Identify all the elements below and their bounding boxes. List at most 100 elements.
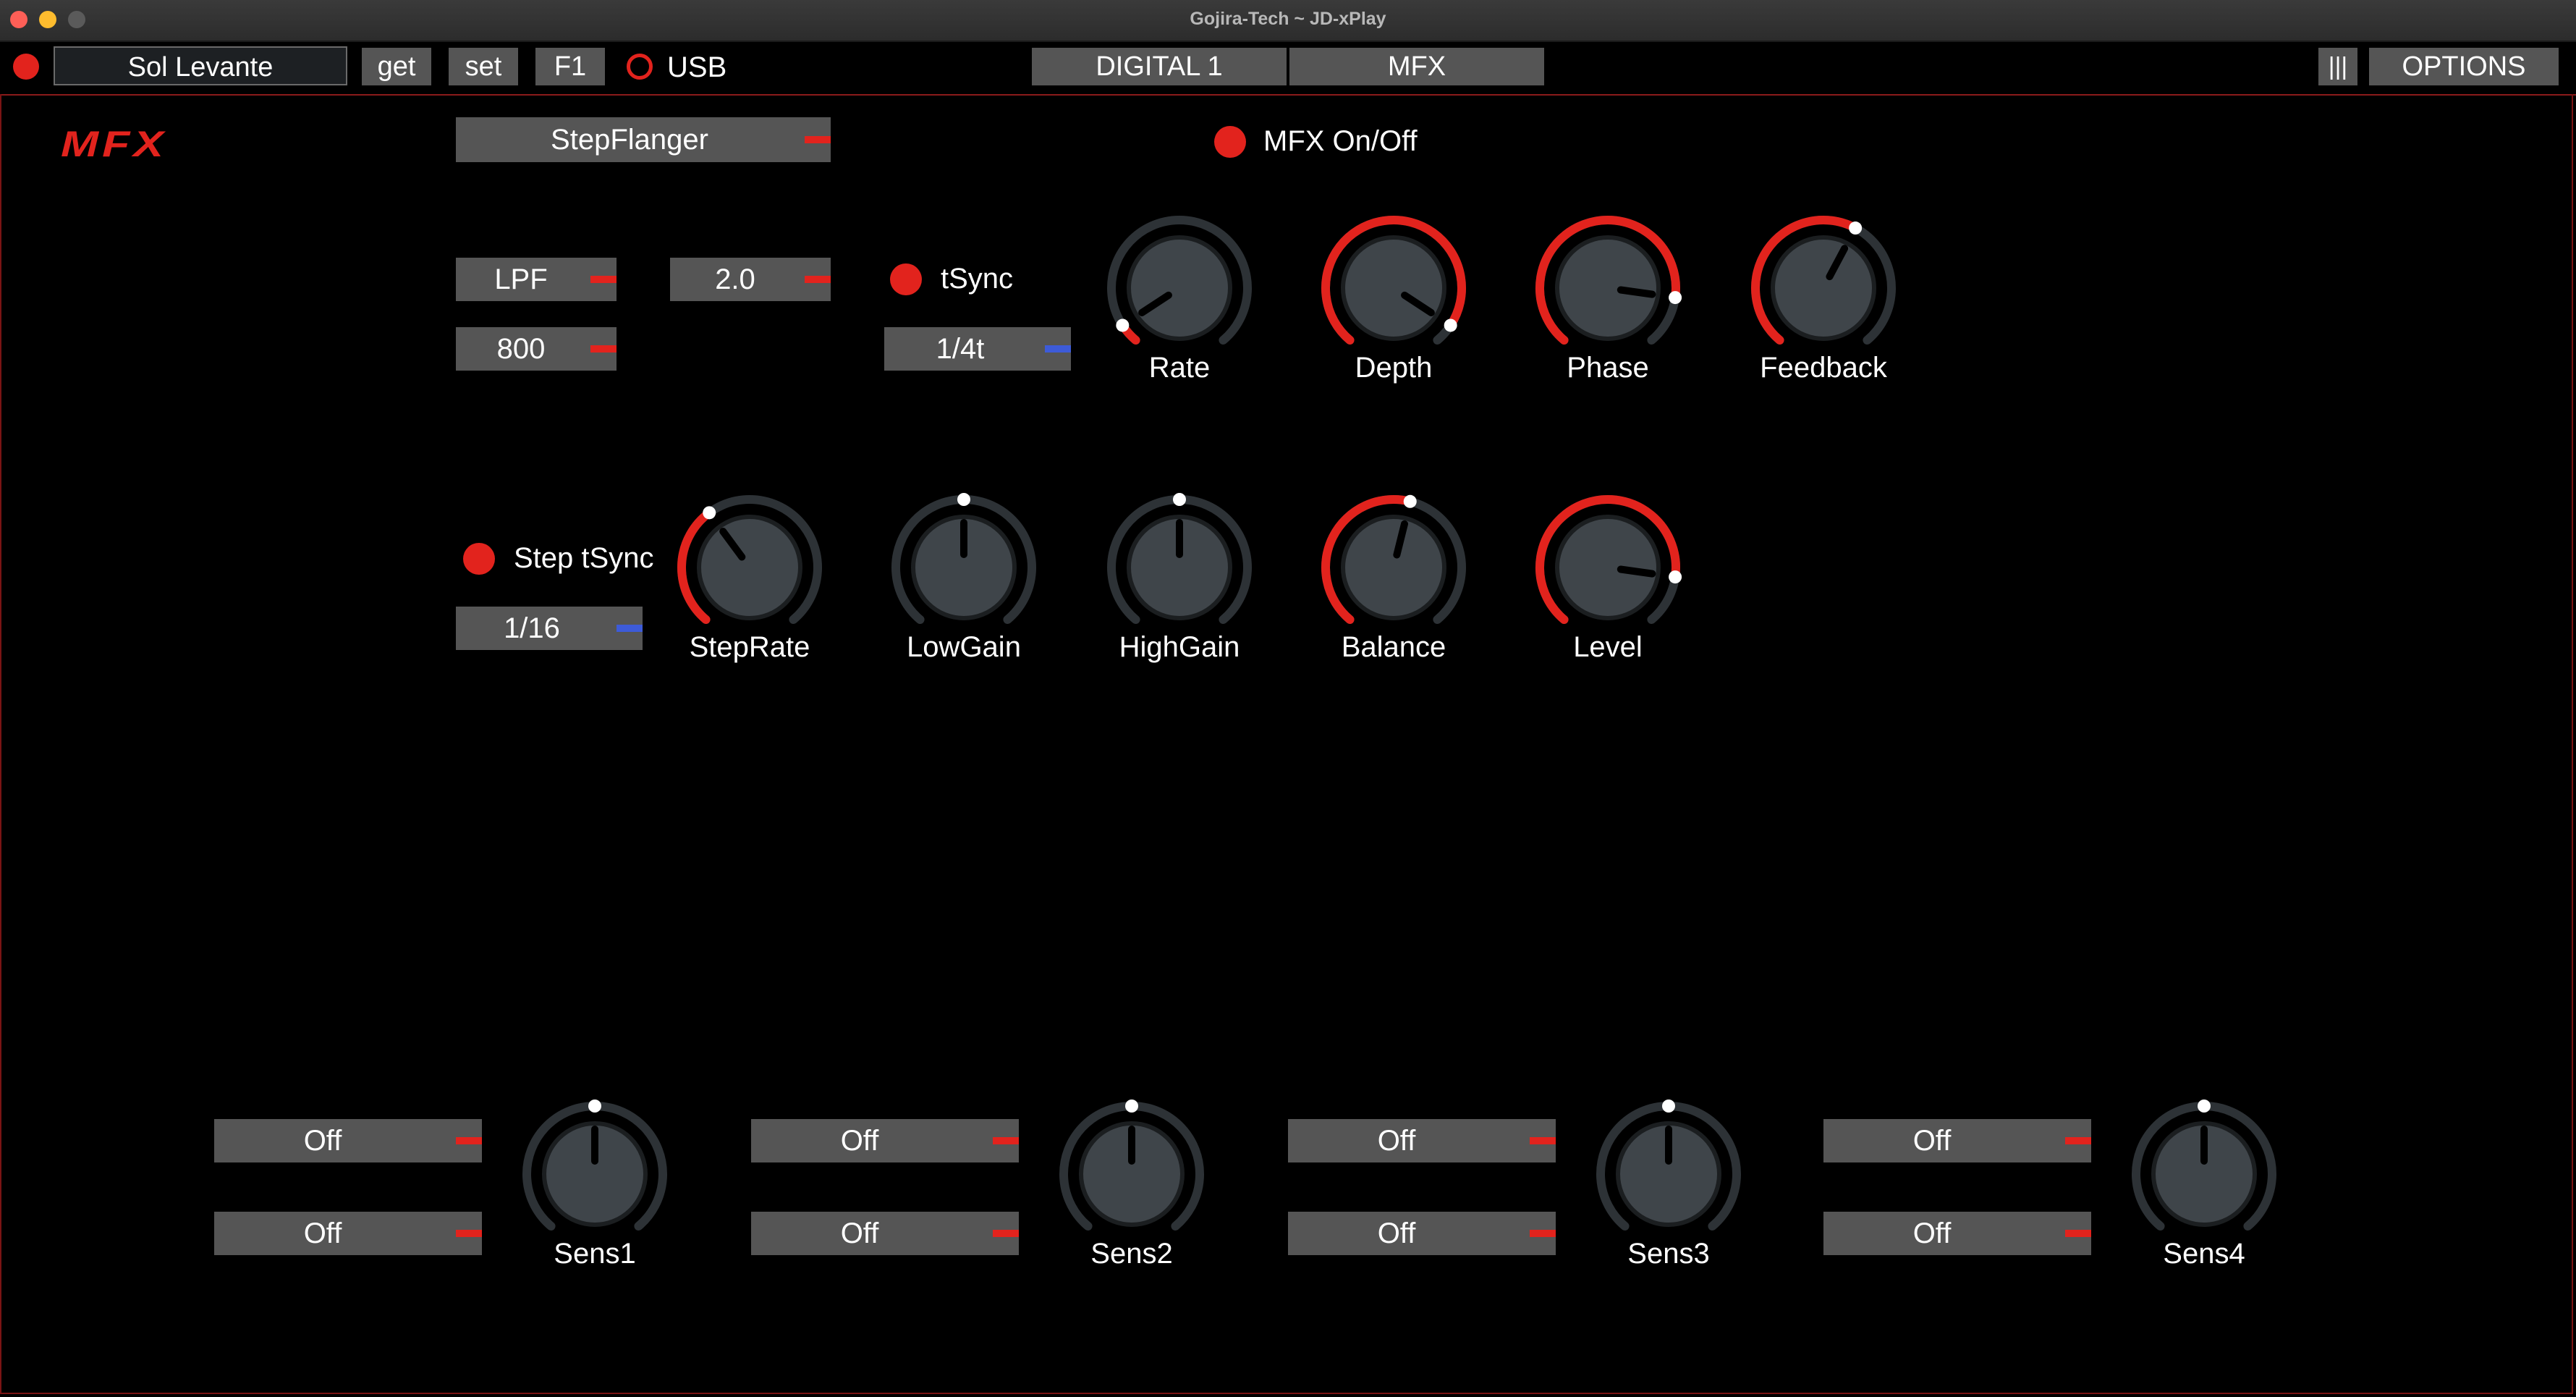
usb-label: USB [667, 51, 727, 83]
sens-source-value: Off [1912, 1217, 1952, 1249]
ratio-value: 2.0 [715, 263, 755, 295]
tab-mfx[interactable]: MFX [1289, 48, 1544, 85]
dropdown-marker [617, 625, 643, 632]
sens1-label: Sens1 [554, 1238, 636, 1270]
cutoff-dropdown[interactable]: 800 [456, 327, 617, 371]
steprate-handle [703, 506, 716, 520]
highgain-label: HighGain [1119, 631, 1240, 663]
sens1-knob[interactable] [515, 1094, 674, 1254]
step-tsync-label: Step tSync [514, 542, 654, 574]
get-button[interactable]: get [362, 48, 431, 85]
depth-handle [1444, 318, 1457, 332]
dropdown-marker [805, 276, 831, 283]
sens3-source-dropdown-2[interactable]: Off [1288, 1212, 1556, 1255]
sens-source-value: Off [840, 1124, 879, 1157]
phase-knob[interactable] [1528, 208, 1687, 368]
sens2-handle [1125, 1100, 1138, 1113]
step-tsync-rate-dropdown[interactable]: 1/16 [456, 607, 643, 650]
set-button[interactable]: set [449, 48, 518, 85]
phase-handle [1669, 291, 1682, 305]
sens4-source-dropdown-1[interactable]: Off [1823, 1119, 2091, 1162]
level-body [1555, 515, 1661, 620]
dropdown-marker [1530, 1230, 1556, 1237]
window-title: Gojira-Tech ~ JD-xPlay [1190, 9, 1386, 29]
feedback-handle [1849, 221, 1863, 235]
highgain-knob[interactable] [1100, 488, 1259, 647]
mfx-type-dropdown[interactable]: StepFlanger [456, 117, 831, 162]
phase-pointer [1617, 286, 1656, 298]
filter-type-value: LPF [494, 263, 548, 295]
lowgain-knob[interactable] [884, 488, 1043, 647]
tsync-rate-value: 1/4t [936, 332, 985, 365]
dropdown-marker [993, 1137, 1019, 1144]
mfx-onoff-toggle[interactable] [1214, 126, 1246, 158]
sens-source-value: Off [303, 1124, 342, 1157]
mfx-logo: MFX [61, 124, 167, 164]
balance-label: Balance [1341, 631, 1446, 663]
window-title-bar: Gojira-Tech ~ JD-xPlay [0, 0, 2576, 42]
tsync-toggle[interactable] [890, 263, 922, 295]
dropdown-marker [2065, 1230, 2091, 1237]
level-handle [1669, 570, 1682, 584]
sens2-knob[interactable] [1052, 1094, 1211, 1254]
sens1-source-dropdown-2[interactable]: Off [214, 1212, 482, 1255]
depth-body [1341, 235, 1446, 341]
balance-knob[interactable] [1314, 488, 1473, 647]
steprate-knob[interactable] [670, 488, 829, 647]
patch-name-field[interactable]: Sol Levante [54, 46, 347, 85]
rate-label: Rate [1148, 352, 1211, 384]
options-button[interactable]: OPTIONS [2369, 48, 2559, 85]
sens2-source-dropdown-1[interactable]: Off [751, 1119, 1019, 1162]
balance-body [1341, 515, 1446, 620]
sens4-handle [2198, 1100, 2211, 1113]
step-tsync-toggle[interactable] [463, 543, 495, 575]
dropdown-marker [2065, 1137, 2091, 1144]
sens2-label: Sens2 [1090, 1238, 1173, 1270]
steprate-label: StepRate [689, 631, 810, 663]
step-tsync-rate-value: 1/16 [504, 612, 560, 644]
tsync-rate-dropdown[interactable]: 1/4t [884, 327, 1071, 371]
depth-knob[interactable] [1314, 208, 1473, 368]
cutoff-value: 800 [496, 332, 546, 365]
steprate-body [697, 515, 802, 620]
rate-handle [1116, 318, 1130, 332]
sens4-knob[interactable] [2124, 1094, 2284, 1254]
mfx-onoff-label: MFX On/Off [1263, 125, 1418, 157]
depth-label: Depth [1355, 352, 1433, 384]
feedback-knob[interactable] [1744, 208, 1903, 368]
sens1-source-dropdown-1[interactable]: Off [214, 1119, 482, 1162]
sens3-source-dropdown-1[interactable]: Off [1288, 1119, 1556, 1162]
rate-body [1127, 235, 1232, 341]
sens3-label: Sens3 [1627, 1238, 1710, 1270]
sens-source-value: Off [303, 1217, 342, 1249]
rate-knob[interactable] [1100, 208, 1259, 368]
dropdown-marker [993, 1230, 1019, 1237]
sens3-knob[interactable] [1589, 1094, 1748, 1254]
lowgain-label: LowGain [907, 631, 1021, 663]
dropdown-marker [590, 276, 617, 283]
sens1-handle [588, 1100, 601, 1113]
mfx-type-value: StepFlanger [551, 123, 708, 156]
filter-type-dropdown[interactable]: LPF [456, 258, 617, 301]
connection-led[interactable] [13, 54, 39, 80]
sens-source-value: Off [1377, 1124, 1416, 1157]
ratio-dropdown[interactable]: 2.0 [670, 258, 831, 301]
usb-toggle[interactable] [627, 54, 653, 80]
dropdown-marker [590, 345, 617, 353]
dropdown-marker [456, 1137, 482, 1144]
sens4-source-dropdown-2[interactable]: Off [1823, 1212, 2091, 1255]
tab-digital-1[interactable]: DIGITAL 1 [1032, 48, 1287, 85]
phase-label: Phase [1567, 352, 1649, 384]
level-knob[interactable] [1528, 488, 1687, 647]
dropdown-marker [456, 1230, 482, 1237]
feedback-label: Feedback [1760, 352, 1887, 384]
lowgain-handle [957, 493, 970, 506]
menu-button[interactable]: ||| [2318, 48, 2357, 85]
sens4-label: Sens4 [2163, 1238, 2245, 1270]
f1-button[interactable]: F1 [535, 48, 605, 85]
level-pointer [1617, 565, 1656, 578]
sens2-source-dropdown-2[interactable]: Off [751, 1212, 1019, 1255]
sens-source-value: Off [840, 1217, 879, 1249]
dropdown-marker [1530, 1137, 1556, 1144]
balance-handle [1403, 494, 1417, 508]
